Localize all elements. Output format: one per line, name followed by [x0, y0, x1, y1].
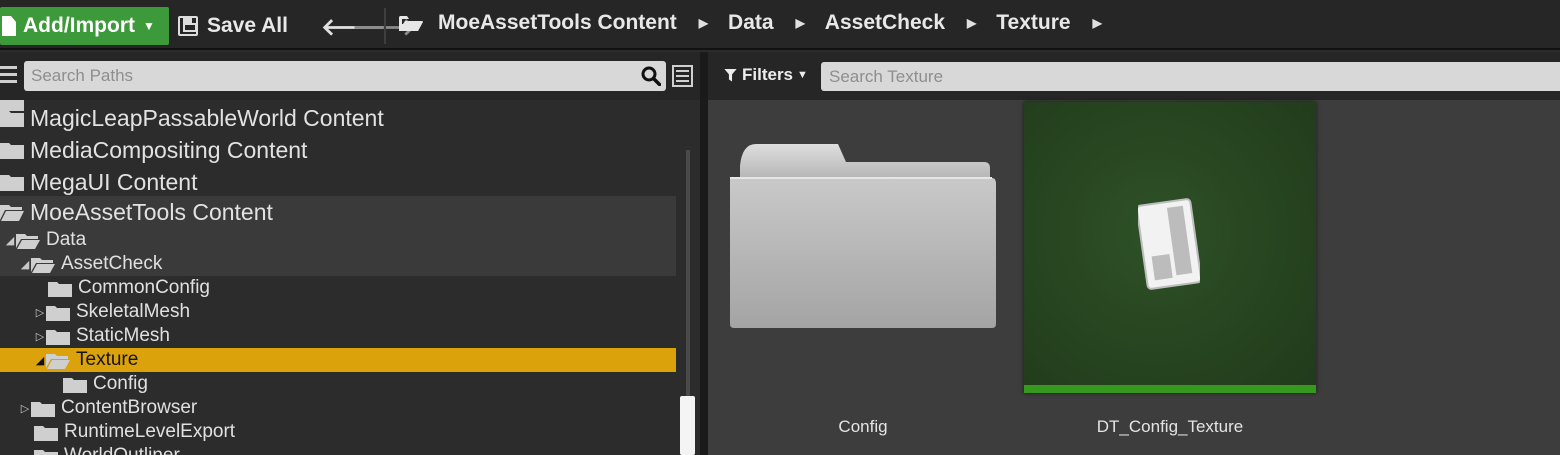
asset-label: Config [838, 417, 888, 436]
folder-open-icon[interactable] [398, 14, 424, 33]
tree-item-label: WorldOutliner [64, 445, 180, 455]
tree-item-label: SkeletalMesh [76, 301, 191, 322]
tree-item-label: Config [93, 373, 148, 394]
tree-item[interactable]: RuntimeLevelExport [0, 420, 676, 444]
folder-icon [31, 401, 55, 417]
content-browser: Add/Import ▼ Save All 🡐 🡒 MoeAssetTools … [0, 0, 1560, 455]
toolbar: Add/Import ▼ Save All 🡐 🡒 MoeAssetTools … [0, 0, 1560, 50]
tree-item-label: MegaUI Content [30, 168, 198, 195]
tree-item[interactable]: ▷ StaticMesh [0, 324, 676, 348]
breadcrumb-arrow-icon[interactable]: ▶ [699, 16, 708, 30]
search-assets-input[interactable] [821, 62, 1560, 91]
tree-item-label: Texture [76, 349, 139, 370]
large-folder-icon[interactable] [726, 142, 998, 342]
search-icon[interactable] [641, 66, 661, 86]
folder-tree: MagicLeapPassableWorld Content MediaComp… [0, 100, 676, 455]
folder-icon [0, 175, 24, 191]
save-all-label: Save All [207, 14, 288, 37]
dropdown-caret-icon: ▼ [797, 69, 808, 81]
breadcrumb-item[interactable]: MoeAssetTools Content [438, 11, 677, 35]
sources-panel: MagicLeapPassableWorld Content MediaComp… [0, 52, 700, 455]
breadcrumb-item[interactable]: Data [728, 11, 774, 35]
tree-scrollbar-thumb[interactable] [680, 396, 695, 455]
add-import-button[interactable]: Add/Import ▼ [0, 7, 169, 45]
tree-item[interactable]: ◢ AssetCheck [0, 252, 676, 276]
expanded-arrow-icon[interactable]: ◢ [4, 234, 16, 247]
expanded-arrow-icon[interactable]: ◢ [34, 354, 46, 367]
breadcrumb-item[interactable]: Texture [996, 11, 1070, 35]
tree-item-label: MoeAssetTools Content [30, 198, 273, 225]
asset-view: Filters ▼ Config [708, 52, 1560, 455]
tree-item[interactable]: ▷ ContentBrowser [0, 396, 676, 420]
asset-filter-bar: Filters ▼ [708, 52, 1560, 100]
expanded-arrow-icon[interactable]: ◢ [19, 258, 31, 271]
breadcrumb-arrow-icon[interactable]: ▶ [967, 16, 976, 30]
tree-item-selected[interactable]: ◢ Texture [0, 348, 676, 372]
tree-item[interactable]: ▷ SkeletalMesh [0, 300, 676, 324]
list-icon[interactable] [0, 66, 17, 86]
tree-item[interactable]: MediaCompositing Content [0, 134, 676, 166]
folder-icon [48, 281, 72, 297]
tree-item[interactable]: Config [0, 372, 676, 396]
breadcrumb-arrow-icon[interactable]: ▶ [796, 16, 805, 30]
tree-item[interactable]: MagicLeapPassableWorld Content [0, 102, 676, 134]
tree-item-label: StaticMesh [76, 325, 170, 346]
asset-label: DT_Config_Texture [1096, 417, 1244, 436]
folder-open-icon [31, 257, 55, 273]
folder-open-icon [16, 233, 40, 249]
path-search-bar [0, 52, 700, 100]
panel-splitter[interactable] [700, 52, 708, 455]
view-options-icon[interactable] [672, 65, 693, 87]
tree-item-label: MediaCompositing Content [30, 136, 308, 163]
toolbar-separator [384, 8, 386, 44]
dropdown-caret-icon: ▼ [142, 19, 155, 33]
breadcrumb-arrow-icon[interactable]: ▶ [1093, 16, 1102, 30]
add-import-label: Add/Import [23, 14, 135, 37]
save-all-button[interactable]: Save All [178, 7, 288, 45]
tree-item-label: Data [46, 229, 87, 250]
tree-item[interactable]: WorldOutliner [0, 444, 676, 455]
tree-item[interactable]: CommonConfig [0, 276, 676, 300]
save-icon [178, 16, 198, 36]
tree-item-label: MagicLeapPassableWorld Content [30, 104, 384, 131]
filters-button[interactable]: Filters ▼ [724, 65, 808, 85]
tree-item-label: ContentBrowser [61, 397, 198, 418]
folder-icon [46, 329, 70, 345]
tree-item-label: AssetCheck [61, 253, 163, 274]
folder-icon [46, 305, 70, 321]
data-table-icon [1138, 198, 1200, 290]
filter-icon [724, 68, 737, 82]
new-file-icon [2, 16, 16, 36]
breadcrumb-item[interactable]: AssetCheck [825, 11, 945, 35]
asset-thumbnail[interactable] [1024, 102, 1316, 393]
asset-type-color-bar [1024, 385, 1316, 393]
collapsed-arrow-icon[interactable]: ▷ [34, 306, 46, 319]
folder-icon [34, 449, 58, 455]
breadcrumb: MoeAssetTools Content ▶ Data ▶ AssetChec… [438, 11, 1122, 35]
tree-item[interactable]: ◢ Data [0, 228, 676, 252]
tree-item[interactable]: MegaUI Content [0, 166, 676, 198]
folder-icon [63, 377, 87, 393]
folder-icon [0, 111, 24, 127]
folder-icon [34, 425, 58, 441]
folder-open-icon [0, 205, 24, 221]
collapsed-arrow-icon[interactable]: ▷ [34, 330, 46, 343]
folder-icon [0, 143, 24, 159]
tree-item-label: CommonConfig [78, 277, 210, 298]
collapsed-arrow-icon[interactable]: ▷ [19, 402, 31, 415]
search-paths-input[interactable] [24, 61, 666, 91]
tree-item[interactable]: MoeAssetTools Content [0, 196, 676, 228]
folder-open-icon [46, 353, 70, 369]
tree-item-label: RuntimeLevelExport [64, 421, 236, 442]
filters-label: Filters [742, 65, 794, 84]
